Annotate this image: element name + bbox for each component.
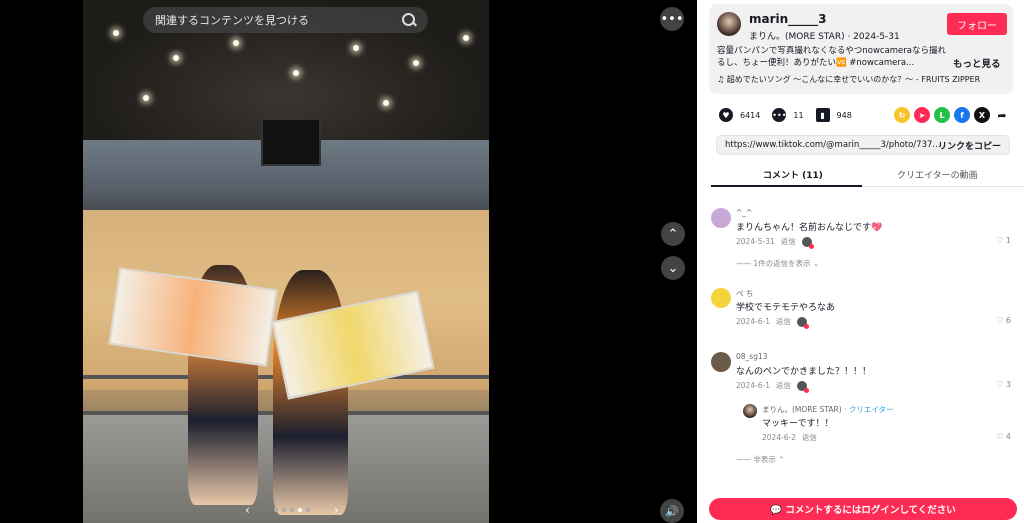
comment-text: 学校でモテモテやろなあ <box>736 303 836 313</box>
next-post-button[interactable]: ⌄ <box>661 256 685 280</box>
comment-like-count[interactable]: ♡ 6 <box>996 316 1011 325</box>
send-icon[interactable]: ➤ <box>914 107 930 123</box>
detail-panel: marin_____3 まりん。(MORE STAR) · 2024-5-31 … <box>697 0 1024 523</box>
search-bar[interactable]: 関連するコンテンツを見つける <box>143 7 428 33</box>
tab-creator-videos[interactable]: クリエイターの動画 <box>897 168 978 181</box>
photo-carousel-nav: ‹ › <box>225 503 359 517</box>
reply-date: 2024-6-2 <box>762 433 797 442</box>
save-count: 948 <box>836 110 852 120</box>
see-more-link[interactable]: もっと見る <box>953 56 1001 70</box>
carousel-dot[interactable] <box>289 508 294 512</box>
comment-list: ^_^ まりんちゃん！名前おんなじです💖 2024-5-31 返信 ♡ 1 ——… <box>697 190 1024 490</box>
search-icon[interactable] <box>402 13 416 27</box>
reply-button[interactable]: 返信 <box>802 432 817 443</box>
carousel-dot[interactable] <box>305 508 310 512</box>
author-username[interactable]: marin_____3 <box>749 12 827 26</box>
ceiling-light <box>143 95 149 101</box>
share-link-url[interactable]: https://www.tiktok.com/@marin_____3/phot… <box>725 140 941 150</box>
comment-text: まりんちゃん！名前おんなじです💖 <box>736 223 883 233</box>
author-meta: まりん。(MORE STAR) · 2024-5-31 <box>749 32 900 42</box>
commenter-avatar[interactable] <box>711 352 731 372</box>
creator-liked-avatar <box>797 316 810 329</box>
bookmark-icon[interactable]: ▮ <box>815 108 830 122</box>
post-info-card: marin_____3 まりん。(MORE STAR) · 2024-5-31 … <box>709 4 1013 94</box>
share-buttons: ↻ ➤ L f X ➦ <box>894 107 1010 123</box>
previous-post-button[interactable]: ⌃ <box>661 222 685 246</box>
tab-comments[interactable]: コメント (11) <box>763 168 823 181</box>
reply-author-avatar[interactable] <box>743 404 757 418</box>
comment-meta: 2024-5-31 返信 <box>736 236 814 249</box>
post-photo[interactable] <box>83 0 489 523</box>
line-icon[interactable]: L <box>934 107 950 123</box>
carousel-dot[interactable] <box>273 508 278 512</box>
music-link[interactable]: ♫ 超めでたいソング 〜こんなに幸せでいいのかな？〜 - FRUITS ZIPP… <box>717 74 980 85</box>
comment-date: 2024-6-1 <box>736 317 771 326</box>
search-input[interactable]: 関連するコンテンツを見つける <box>155 12 402 28</box>
share-arrow-icon[interactable]: ➦ <box>994 107 1010 123</box>
commenter-avatar[interactable] <box>711 288 731 308</box>
comment-meta: 2024-6-1 返信 <box>736 380 810 393</box>
commenter-name[interactable]: 08_sg13 <box>736 352 768 361</box>
commenter-name[interactable]: ^_^ <box>736 208 752 217</box>
reply-button[interactable]: 返信 <box>781 236 796 247</box>
share-link-box: https://www.tiktok.com/@marin_____3/phot… <box>716 135 1010 155</box>
reply-button[interactable]: 返信 <box>776 380 791 391</box>
ceiling-light <box>173 55 179 61</box>
comment-like-count[interactable]: ♡ 1 <box>996 236 1011 245</box>
more-options-button[interactable]: ••• <box>660 7 684 31</box>
media-viewer: 関連するコンテンツを見つける ••• ⌃ ⌄ 🔊 ‹ › <box>0 0 697 523</box>
creator-liked-avatar <box>801 236 814 249</box>
hide-replies-button[interactable]: —— 非表示 ⌃ <box>736 454 785 465</box>
tiktok-photo-page: 関連するコンテンツを見つける ••• ⌃ ⌄ 🔊 ‹ › marin_____3… <box>0 0 1024 523</box>
copy-link-button[interactable]: リンクをコピー <box>938 139 1001 152</box>
carousel-prev-icon[interactable]: ‹ <box>245 503 250 517</box>
ceiling-light <box>293 70 299 76</box>
follow-button[interactable]: フォロー <box>947 13 1007 35</box>
ceiling-light <box>233 40 239 46</box>
active-tab-indicator <box>711 185 862 187</box>
view-replies-button[interactable]: —— 1件の返信を表示 ⌄ <box>736 258 819 269</box>
like-count: 6414 <box>740 110 761 120</box>
engagement-stats: ♥ 6414 ••• 11 ▮ 948 <box>719 108 864 122</box>
facebook-icon[interactable]: f <box>954 107 970 123</box>
ceiling-light <box>113 30 119 36</box>
comment-icon[interactable]: ••• <box>772 108 786 122</box>
author-avatar[interactable] <box>717 12 741 36</box>
comment-like-count[interactable]: ♡ 3 <box>996 380 1011 389</box>
carousel-dot[interactable] <box>281 508 286 512</box>
scoreboard <box>261 118 321 166</box>
creator-badge: クリエイター <box>848 405 894 414</box>
carousel-dot-active[interactable] <box>297 508 302 512</box>
login-to-comment-button[interactable]: 💬 コメントするにはログインしてください <box>709 498 1017 520</box>
reply-author-name[interactable]: まりん。(MORE STAR) · クリエイター <box>762 404 894 415</box>
ceiling-light <box>353 45 359 51</box>
creator-liked-avatar <box>797 380 810 393</box>
reply-text: マッキーです！！ <box>762 419 834 429</box>
comment-meta: 2024-6-1 返信 <box>736 316 810 329</box>
comment-text: なんのペンでかきました？！！！ <box>736 367 872 377</box>
x-icon[interactable]: X <box>974 107 990 123</box>
ceiling-light <box>383 100 389 106</box>
ceiling-light <box>463 35 469 41</box>
commenter-avatar[interactable] <box>711 208 731 228</box>
sound-toggle-button[interactable]: 🔊 <box>660 499 684 523</box>
reply-meta: 2024-6-2 返信 <box>762 432 817 443</box>
comment-date: 2024-6-1 <box>736 381 771 390</box>
comment-count: 11 <box>793 110 804 120</box>
carousel-next-icon[interactable]: › <box>334 503 339 517</box>
heart-icon[interactable]: ♥ <box>719 108 733 122</box>
comment-date: 2024-5-31 <box>736 237 775 246</box>
commenter-name[interactable]: ぺ ち <box>736 288 753 299</box>
post-description: 容量パンパンで写真撮れなくなるやつnowcameraなら撮れるし、ちょー便利！あ… <box>717 46 946 68</box>
reply-like-count[interactable]: ♡ 4 <box>996 432 1011 441</box>
reply-button[interactable]: 返信 <box>776 316 791 327</box>
panel-tabs: コメント (11) クリエイターの動画 <box>711 163 1024 187</box>
repost-icon[interactable]: ↻ <box>894 107 910 123</box>
ceiling-light <box>413 60 419 66</box>
